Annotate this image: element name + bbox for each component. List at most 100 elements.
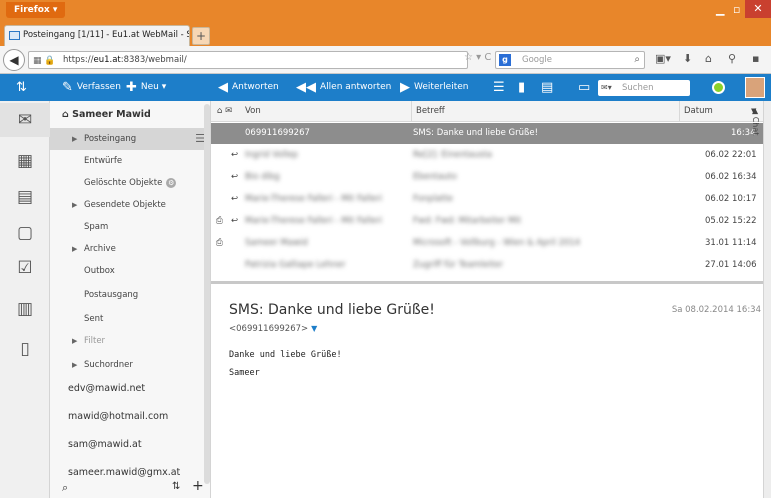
app-rail: ✉ ▦ ▤ ▢ ☑ ▥ ▯ xyxy=(0,101,50,498)
replied-icon: ↩ xyxy=(231,216,239,226)
folder-archive[interactable]: ▶ Archive xyxy=(50,238,211,260)
folder-postausgang[interactable]: Postausgang xyxy=(50,284,211,306)
browser-tab[interactable]: Posteingang [1/11] - Eu1.at WebMail - S.… xyxy=(4,25,190,46)
column-date[interactable]: Datum xyxy=(679,101,713,122)
forward-button[interactable]: ▶ Weiterleiten xyxy=(400,74,468,101)
menu-icon[interactable]: ▪ xyxy=(752,52,759,65)
avatar[interactable] xyxy=(745,77,765,98)
browser-search-bar[interactable]: g Google ⌕ xyxy=(495,51,645,69)
column-subject[interactable]: Betreff xyxy=(411,101,445,122)
account-gmx[interactable]: sameer.mawid@gmx.at xyxy=(68,467,180,478)
mail-search-input[interactable]: ✉▾ Suchen xyxy=(598,80,690,96)
documents-icon[interactable]: ▥ xyxy=(0,299,50,319)
table-row[interactable]: ↩ Marie-Therese Falleri - Mit Falleri Fo… xyxy=(211,189,763,210)
new-tab-button[interactable]: + xyxy=(192,27,210,45)
tasks-icon[interactable]: ☑ xyxy=(0,258,50,278)
home-icon[interactable]: ⌂ xyxy=(705,52,712,65)
minimize-icon[interactable]: ▁ xyxy=(716,4,724,16)
message-row-selected[interactable]: 069911699267 SMS: Danke und liebe Grüße!… xyxy=(211,123,763,144)
expand-icon[interactable]: ▶ xyxy=(72,128,77,150)
layout-button[interactable]: ▭ xyxy=(578,74,594,101)
search-icon[interactable]: ⌕ xyxy=(634,52,640,68)
close-window-icon[interactable]: ✕ xyxy=(745,0,771,18)
account-sam[interactable]: sam@mawid.at xyxy=(68,439,142,450)
folder-deleted[interactable]: Gelöschte Objekte ⚙ xyxy=(50,172,211,194)
expand-icon[interactable]: ▶ xyxy=(72,238,77,260)
folder-filter[interactable]: ▶ Filter xyxy=(50,330,211,352)
chat-panel-toggle[interactable] xyxy=(763,101,771,498)
folder-pane: ⌂ Sameer Mawid ▶ Posteingang ☰ Entwürfe Ge… xyxy=(50,101,211,498)
new-button[interactable]: ✚ Neu ▾ xyxy=(126,74,166,101)
message-date: 06.02 10:17 xyxy=(705,194,757,204)
expand-icon[interactable]: ▶ xyxy=(72,194,77,216)
print-button[interactable]: ▤ xyxy=(541,74,557,101)
reply-icon: ◀ xyxy=(218,80,228,95)
preview-date: Sa 08.02.2014 16:34 xyxy=(671,305,761,315)
add-folder-icon[interactable]: + xyxy=(192,478,204,494)
table-row[interactable]: ↩ Bio dibg Ebentauto 06.02 16:34 xyxy=(211,167,763,188)
forward-label: Weiterleiten xyxy=(414,82,469,92)
account-hotmail[interactable]: mawid@hotmail.com xyxy=(68,411,168,422)
folder-sent[interactable]: Sent xyxy=(50,308,211,330)
folder-search[interactable]: ▶ Suchordner xyxy=(50,354,211,376)
bookmarks-icon[interactable]: ▣▾ xyxy=(655,52,671,65)
sender-dropdown-icon[interactable]: ▼ xyxy=(311,324,317,333)
reply-all-label: Allen antworten xyxy=(320,82,392,92)
url-scheme: https:// xyxy=(63,55,94,65)
bookmark-star-icon[interactable]: ☆ ▾ C xyxy=(464,52,491,63)
message-from: Marie-Therese Falleri - Mit Falleri xyxy=(245,216,383,226)
column-from[interactable]: Von xyxy=(245,101,261,122)
message-from: Bio dibg xyxy=(245,172,280,182)
delete-button[interactable]: ▮ xyxy=(518,74,529,101)
folder-outbox[interactable]: Outbox xyxy=(50,260,211,282)
url-bar[interactable]: ▦ 🔒 https://eu1.at:8383/webmail/ xyxy=(28,51,468,69)
mail-icon[interactable]: ✉ xyxy=(0,110,50,130)
notes-icon[interactable]: ▢ xyxy=(0,223,50,243)
folder-scrollbar[interactable] xyxy=(204,104,210,484)
expand-icon[interactable]: ▶ xyxy=(72,330,77,352)
reply-all-button[interactable]: ◀◀ Allen antworten xyxy=(296,74,391,101)
attachment-icon: ⎙ xyxy=(216,238,223,248)
sort-icon[interactable]: ⇅ xyxy=(172,481,180,492)
addon-icon[interactable]: ⚲ xyxy=(728,52,736,65)
message-subject: Re[2]: Einentausta xyxy=(413,150,492,160)
refresh-button[interactable]: ⇅ xyxy=(16,74,31,101)
folder-search-icon[interactable]: ⌕ xyxy=(62,481,68,495)
message-subject: Ebentauto xyxy=(413,172,457,182)
folder-inbox[interactable]: ▶ Posteingang ☰ xyxy=(50,128,211,150)
list-view-button[interactable]: ☰ xyxy=(493,74,509,101)
new-label: Neu xyxy=(140,82,159,92)
preview-subject: SMS: Danke und liebe Grüße! xyxy=(229,302,435,318)
calendar-icon[interactable]: ▦ xyxy=(0,151,50,171)
download-icon[interactable]: ⬇ xyxy=(683,52,692,65)
contacts-icon[interactable]: ▤ xyxy=(0,187,50,207)
reply-button[interactable]: ◀ Antworten xyxy=(218,74,279,101)
account-edv[interactable]: edv@mawid.net xyxy=(68,383,145,394)
folder-label: Spam xyxy=(84,222,109,232)
folder-options-icon[interactable]: ⚙ xyxy=(166,178,177,188)
preview-sender[interactable]: <069911699267> ▼ xyxy=(229,324,317,334)
folder-spam[interactable]: Spam xyxy=(50,216,211,238)
firefox-menu-label: Firefox xyxy=(14,5,50,15)
compose-button[interactable]: ✎ Verfassen xyxy=(62,74,121,101)
replied-icon: ↩ xyxy=(231,150,239,160)
folder-drafts[interactable]: Entwürfe xyxy=(50,150,211,172)
table-row[interactable]: ⎙ ↩ Marie-Therese Falleri - Mit Falleri … xyxy=(211,211,763,232)
online-status-icon[interactable] xyxy=(712,81,725,94)
table-row[interactable]: ↩ Ingrid Vollep Re[2]: Einentausta 06.02… xyxy=(211,145,763,166)
firefox-menu-button[interactable]: Firefox ▾ xyxy=(6,2,66,18)
attachment-column-icon[interactable]: ⌂ ✉ xyxy=(217,101,232,122)
message-from: Sameer Mawid xyxy=(245,238,308,248)
back-button[interactable]: ◀ xyxy=(3,49,25,71)
account-header[interactable]: ⌂ Sameer Mawid xyxy=(62,109,151,120)
folder-sent-items[interactable]: ▶ Gesendete Objekte xyxy=(50,194,211,216)
chat-label[interactable]: ◀ Chat xyxy=(751,108,760,135)
maximize-icon[interactable]: ▫ xyxy=(733,4,740,16)
trash-rail-icon[interactable]: ▯ xyxy=(0,339,50,359)
table-row[interactable]: ⎙ Sameer Mawid Microsoft - Vollburg - Wi… xyxy=(211,233,763,254)
message-date: 06.02 16:34 xyxy=(705,172,757,182)
table-row[interactable]: Patrizia Galliape Lehner Zugriff für Tea… xyxy=(211,255,763,276)
expand-icon[interactable]: ▶ xyxy=(72,354,77,376)
envelope-filter-icon[interactable]: ✉▾ xyxy=(601,80,612,96)
compose-label: Verfassen xyxy=(76,82,121,92)
